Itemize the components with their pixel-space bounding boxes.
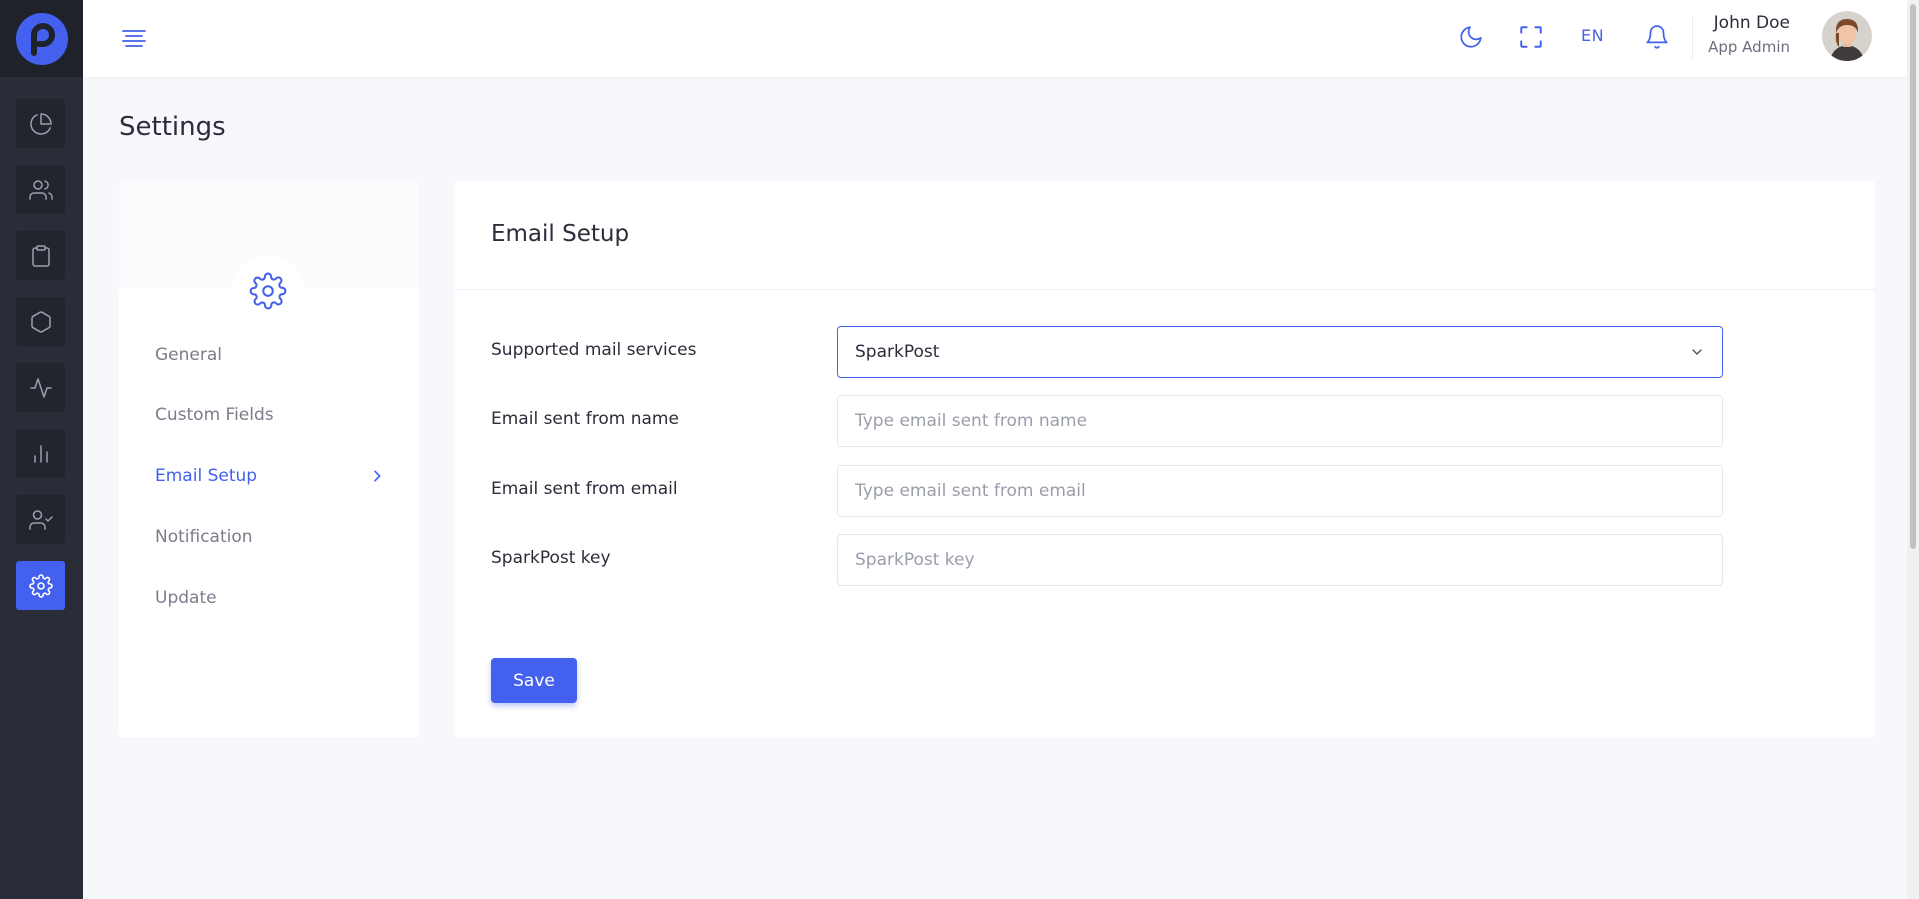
settings-nav-label: Notification <box>155 527 253 547</box>
sidebar-item-tasks[interactable] <box>16 231 65 280</box>
settings-nav-label: General <box>155 345 222 365</box>
from-name-input[interactable] <box>837 395 1723 447</box>
settings-nav-notification[interactable]: Notification <box>155 523 385 551</box>
user-check-icon <box>28 509 53 530</box>
from-email-input[interactable] <box>837 465 1723 517</box>
settings-nav-label: Email Setup <box>155 466 258 486</box>
from-email-label: Email sent from email <box>491 479 678 499</box>
gear-icon <box>249 272 287 310</box>
settings-nav-badge <box>232 255 304 327</box>
email-setup-card: Email Setup Supported mail services Spar… <box>455 181 1875 738</box>
user-role: App Admin <box>1708 38 1790 56</box>
app-logo-icon <box>15 12 68 65</box>
hexagon-icon <box>30 310 51 333</box>
sidebar-item-activity[interactable] <box>16 363 65 412</box>
settings-nav-general[interactable]: General <box>155 341 385 369</box>
bar-chart-icon <box>33 444 48 463</box>
settings-icon <box>28 573 53 598</box>
sidebar-item-users[interactable] <box>16 165 65 214</box>
fullscreen-icon <box>1520 26 1542 48</box>
users-icon <box>28 179 53 200</box>
settings-nav-label: Update <box>155 588 217 608</box>
sidebar <box>0 0 83 899</box>
moon-icon <box>1460 26 1482 48</box>
logo[interactable] <box>0 0 83 77</box>
bell-icon <box>1646 25 1668 49</box>
chevron-down-icon <box>1692 349 1702 355</box>
activity-icon <box>29 377 52 398</box>
pie-chart-icon <box>29 112 52 135</box>
settings-nav-email-setup[interactable]: Email Setup <box>155 462 385 490</box>
sparkpost-key-input[interactable] <box>837 534 1723 586</box>
dark-mode-toggle[interactable] <box>1453 19 1489 55</box>
from-name-label: Email sent from name <box>491 409 679 429</box>
settings-nav-card: General Custom Fields Email Setup Notifi… <box>119 181 419 738</box>
chevron-right-icon <box>374 470 381 482</box>
notifications-button[interactable] <box>1639 19 1675 55</box>
sidebar-item-settings[interactable] <box>16 561 65 610</box>
settings-nav-custom-fields[interactable]: Custom Fields <box>155 401 385 429</box>
sidebar-item-reports[interactable] <box>16 429 65 478</box>
sidebar-item-roles[interactable] <box>16 495 65 544</box>
avatar-image <box>1822 11 1872 61</box>
language-selector[interactable]: EN <box>1581 26 1604 45</box>
scrollbar-thumb[interactable] <box>1910 4 1916 549</box>
sidebar-item-products[interactable] <box>16 297 65 346</box>
sparkpost-key-label: SparkPost key <box>491 548 611 568</box>
page-scrollbar[interactable] <box>1907 0 1919 899</box>
mail-service-label: Supported mail services <box>491 340 697 360</box>
avatar[interactable] <box>1822 11 1872 61</box>
top-header: EN John Doe App Admin <box>83 0 1907 77</box>
settings-nav-label: Custom Fields <box>155 405 274 425</box>
settings-nav-update[interactable]: Update <box>155 584 385 612</box>
menu-icon <box>122 30 146 47</box>
fullscreen-button[interactable] <box>1513 19 1549 55</box>
mail-service-select[interactable]: SparkPost <box>837 326 1723 378</box>
card-title: Email Setup <box>491 221 630 247</box>
menu-toggle-button[interactable] <box>119 23 149 53</box>
header-divider <box>1692 16 1693 60</box>
card-divider <box>455 289 1875 290</box>
user-name: John Doe <box>1713 13 1790 33</box>
save-button[interactable]: Save <box>491 658 577 703</box>
clipboard-icon <box>31 244 50 267</box>
mail-service-value: SparkPost <box>855 342 940 362</box>
page-title: Settings <box>119 112 226 142</box>
sidebar-item-dashboard[interactable] <box>16 99 65 148</box>
